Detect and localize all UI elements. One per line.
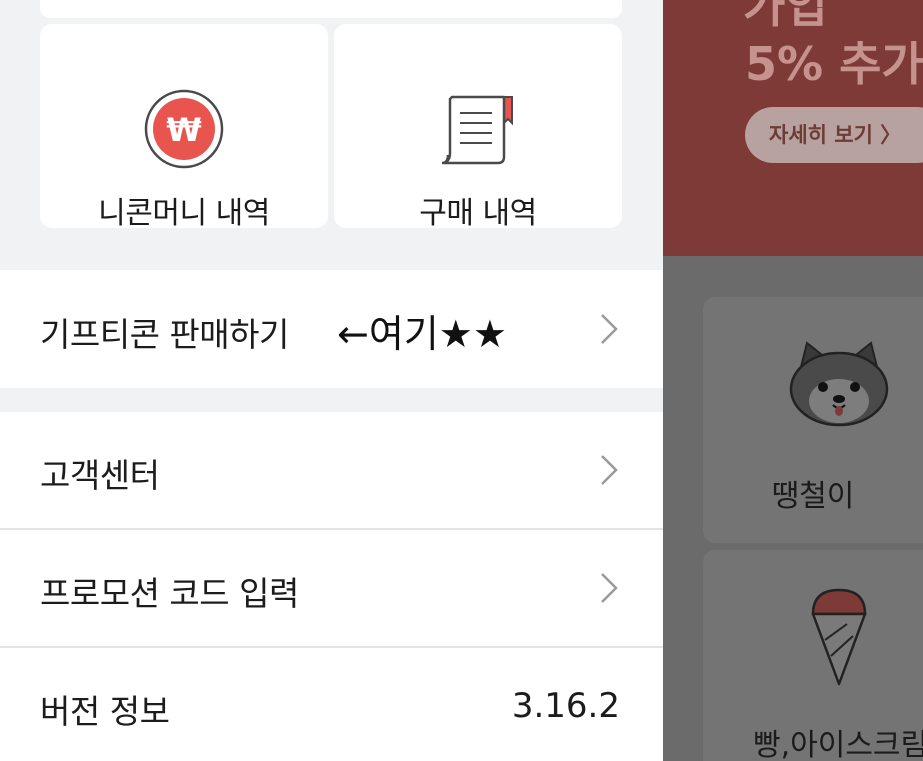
customer-center-label: 고객센터 bbox=[40, 456, 160, 495]
version-info-row: 버전 정보 3.16.2 bbox=[0, 648, 663, 761]
category-label: 땡철이 bbox=[771, 479, 855, 514]
promo-code-row[interactable]: 프로모션 코드 입력 bbox=[0, 530, 663, 646]
sell-gifticon-row[interactable]: 기프티콘 판매하기 ←여기★★ bbox=[0, 270, 663, 388]
svg-text:₩: ₩ bbox=[166, 111, 201, 149]
nicon-money-history-tile[interactable]: ₩ 니콘머니 내역 bbox=[40, 24, 328, 231]
shiba-dog-icon bbox=[789, 341, 889, 427]
version-number: 3.16.2 bbox=[511, 686, 620, 726]
promo-banner: 가입 5% 추가 자세히 보기 〉 bbox=[663, 0, 923, 256]
ice-cream-cone-icon bbox=[811, 588, 867, 686]
version-info-label: 버전 정보 bbox=[40, 692, 170, 731]
category-card-ttaengcheol[interactable]: 땡철이 bbox=[703, 297, 923, 543]
purchase-history-label: 구매 내역 bbox=[419, 196, 537, 231]
category-card-bread-icecream[interactable]: 빵,아이스크림 bbox=[703, 550, 923, 761]
sell-gifticon-label: 기프티콘 판매하기 bbox=[40, 315, 289, 354]
won-coin-icon: ₩ bbox=[144, 89, 224, 169]
view-details-button[interactable]: 자세히 보기 〉 bbox=[745, 107, 923, 163]
nicon-money-history-label: 니콘머니 내역 bbox=[98, 196, 270, 231]
dimmed-main-screen[interactable]: 가입 5% 추가 자세히 보기 〉 땡철이 빵,아이스크림 bbox=[663, 0, 923, 761]
annotation-arrow-note: ←여기★★ bbox=[337, 312, 507, 356]
side-drawer: ₩ 니콘머니 내역 구매 내역 기프티콘 판매하기 ←여기★★ 고객센터 프로모… bbox=[0, 0, 663, 761]
customer-center-row[interactable]: 고객센터 bbox=[0, 412, 663, 528]
chevron-right-icon bbox=[601, 573, 618, 603]
promo-code-label: 프로모션 코드 입력 bbox=[40, 574, 299, 613]
chevron-right-icon bbox=[601, 314, 618, 344]
top-card-partial bbox=[40, 0, 622, 18]
purchase-history-tile[interactable]: 구매 내역 bbox=[334, 24, 622, 231]
category-label: 빵,아이스크림 bbox=[753, 728, 923, 761]
receipt-icon bbox=[441, 95, 513, 165]
promo-banner-line2: 5% 추가 bbox=[745, 37, 923, 91]
chevron-right-icon bbox=[601, 455, 618, 485]
